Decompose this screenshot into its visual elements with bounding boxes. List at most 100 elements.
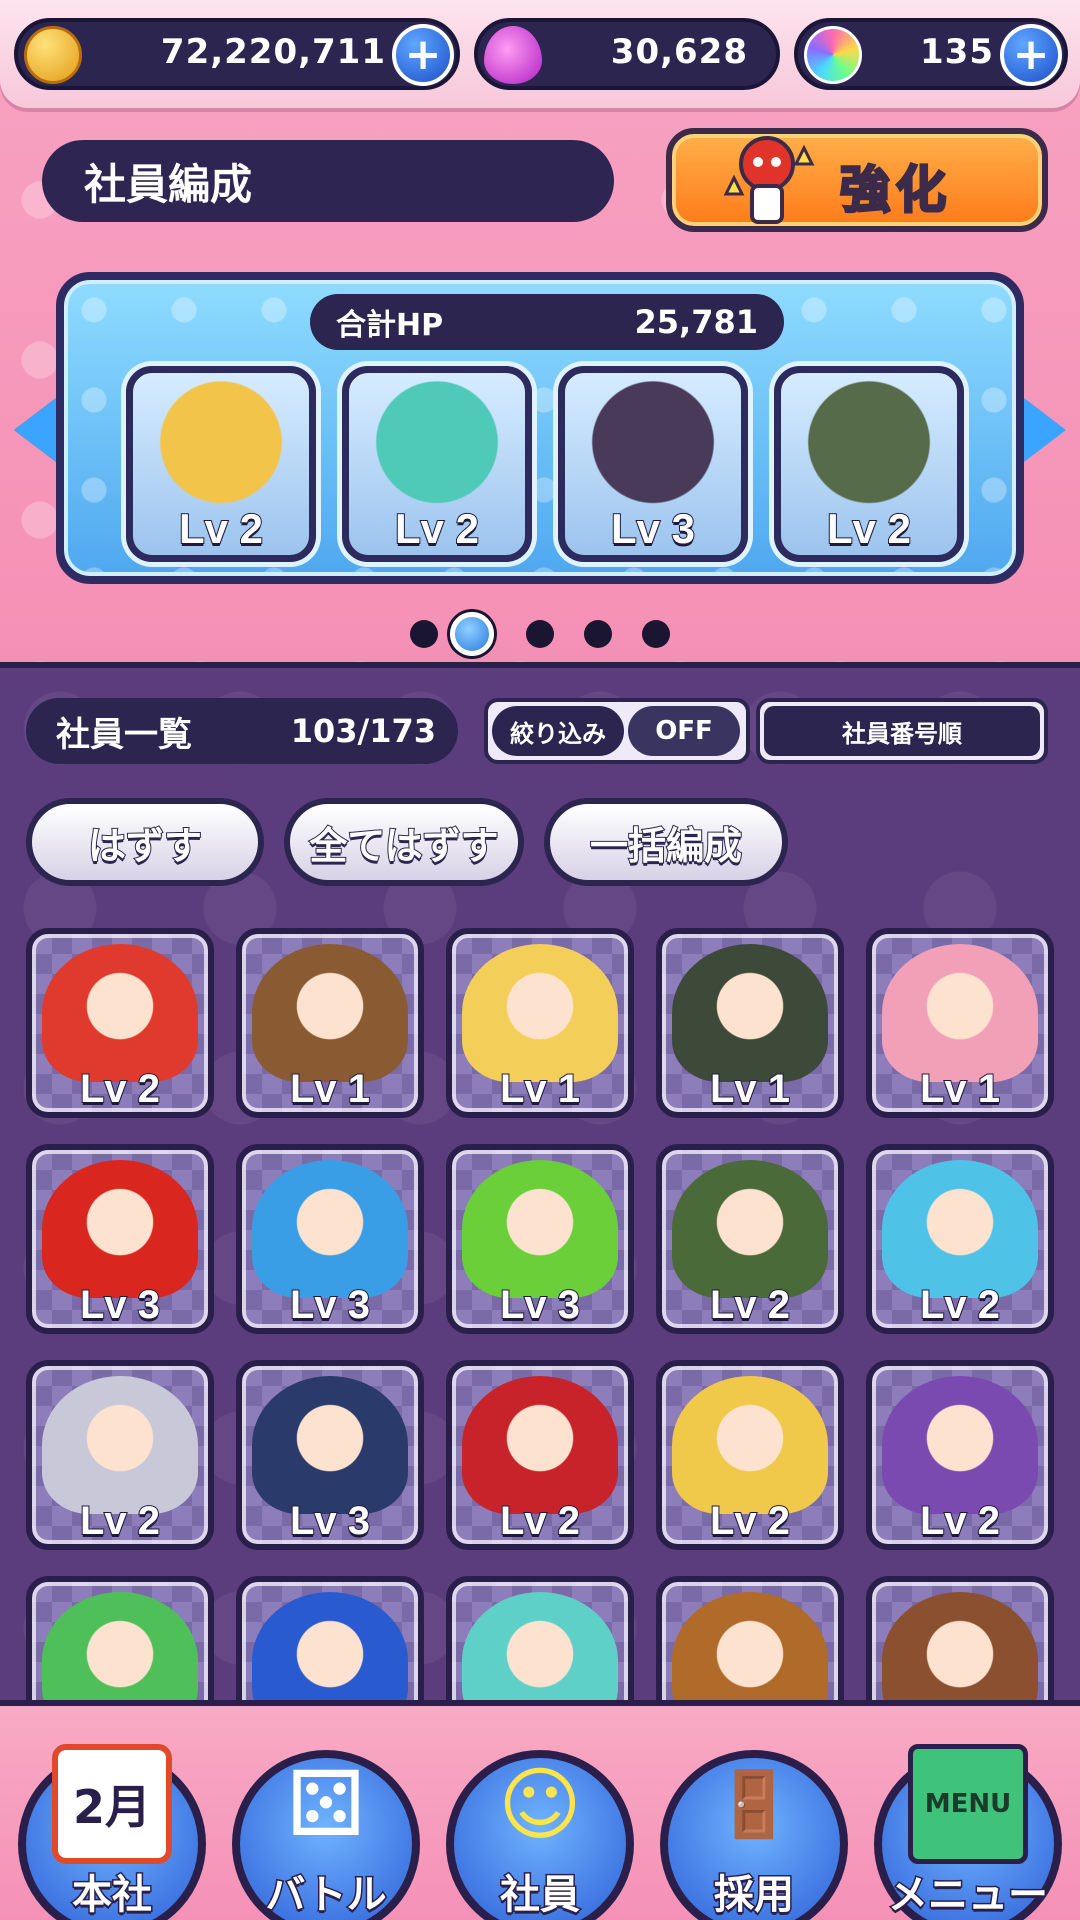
staff-portrait [42,1160,198,1298]
sort-dropdown[interactable]: 社員番号順 [756,698,1048,764]
filter-label: 絞り込み [492,706,624,756]
remove-button[interactable]: はずす [26,798,264,886]
staff-card[interactable]: Lv 2 [866,1360,1054,1550]
mascot-icon [723,136,815,224]
nav-door[interactable]: 🚪 採用 [656,1732,852,1920]
staff-card[interactable] [866,1576,1054,1702]
nav-calendar[interactable]: 2月本社 [14,1732,210,1920]
staff-card[interactable] [26,1576,214,1702]
staff-level: Lv 2 [79,1498,161,1544]
nav-label: 社員 [499,1871,582,1920]
auto-form-button[interactable]: 一括編成 [544,798,788,886]
nav-label: 本社 [71,1871,154,1920]
page-dot[interactable] [526,620,554,648]
staff-card[interactable] [656,1576,844,1702]
staff-portrait [42,944,198,1082]
staff-card[interactable]: Lv 2 [26,1360,214,1550]
staff-card[interactable]: Lv 1 [236,928,424,1118]
orb-value: 135 [920,32,994,72]
page-dot[interactable] [410,620,438,648]
door-icon: 🚪 [714,1767,794,1842]
staff-card[interactable]: Lv 3 [446,1144,634,1334]
staff-portrait [252,1376,408,1514]
sort-label: 社員番号順 [764,706,1040,756]
staff-card[interactable] [446,1576,634,1702]
currency-bar: 72,220,711 + 30,628 135 + [0,0,1080,108]
staff-portrait [462,1160,618,1298]
staff-level: Lv 2 [919,1498,1001,1544]
nav-id-card[interactable]: ☺ 社員 [442,1732,638,1920]
filter-value: OFF [628,706,740,756]
staff-card[interactable]: Lv 2 [656,1360,844,1550]
staff-card[interactable]: Lv 2 [446,1360,634,1550]
add-orb-button[interactable]: + [1000,24,1062,86]
add-gold-button[interactable]: + [392,24,454,86]
nav-label: メニュー [887,1871,1050,1920]
total-hp-label: 合計HP [336,308,444,343]
staff-level: Lv 3 [499,1282,581,1328]
staff-card[interactable]: Lv 2 [26,928,214,1118]
staff-portrait [42,1376,198,1514]
page-dot[interactable] [642,620,670,648]
staff-portrait [672,1376,828,1514]
staff-portrait [882,1592,1038,1702]
enhance-button[interactable]: 強化 [666,128,1048,232]
staff-portrait [252,944,408,1082]
staff-level: Lv 2 [919,1282,1001,1328]
team-member-level: Lv 3 [610,504,696,553]
team-member-level: Lv 2 [394,504,480,553]
staff-card[interactable]: Lv 1 [446,928,634,1118]
staff-portrait [882,1160,1038,1298]
total-hp-bar: 合計HP 25,781 [310,294,784,350]
staff-level: Lv 1 [289,1066,371,1112]
team-member-card[interactable]: Lv 3 [558,366,748,562]
orb-currency: 135 + [794,18,1068,90]
remove-all-button[interactable]: 全てはずす [284,798,524,886]
staff-portrait [462,1376,618,1514]
team-panel: 合計HP 25,781 Lv 2 Lv 2 Lv 3 Lv 2 [56,272,1024,584]
drop-value: 30,628 [610,32,748,72]
staff-list-title: 社員一覧 [56,714,192,755]
staff-card[interactable]: Lv 3 [26,1144,214,1334]
staff-portrait [252,1160,408,1298]
staff-level: Lv 1 [919,1066,1001,1112]
staff-card[interactable] [236,1576,424,1702]
staff-card[interactable]: Lv 2 [866,1144,1054,1334]
staff-portrait [882,944,1038,1082]
team-member-card[interactable]: Lv 2 [126,366,316,562]
staff-level: Lv 1 [709,1066,791,1112]
team-member-card[interactable]: Lv 2 [342,366,532,562]
rainbow-orb-icon [804,26,862,84]
staff-portrait [672,1592,828,1702]
total-hp-value: 25,781 [634,303,758,341]
staff-level: Lv 1 [499,1066,581,1112]
pink-drop-icon [484,26,542,84]
staff-card[interactable]: Lv 1 [866,928,1054,1118]
gold-currency: 72,220,711 + [14,18,460,90]
bottom-nav: 2月 本社 ⚄ バトル ☺ 社員 🚪 採用 MENU メニュー [0,1700,1080,1920]
calendar-icon: 2月 [52,1744,172,1864]
staff-level: Lv 2 [499,1498,581,1544]
team-slots: Lv 2 Lv 2 Lv 3 Lv 2 [126,366,966,566]
team-member-card[interactable]: Lv 2 [774,366,964,562]
staff-portrait [42,1592,198,1702]
page-dot-active[interactable] [450,612,494,656]
staff-card[interactable]: Lv 2 [656,1144,844,1334]
staff-card[interactable]: Lv 1 [656,928,844,1118]
staff-portrait [252,1592,408,1702]
filter-toggle[interactable]: 絞り込み OFF [484,698,750,764]
staff-level: Lv 2 [709,1282,791,1328]
page-dot[interactable] [584,620,612,648]
dice-icon: ⚄ [286,1751,366,1857]
staff-portrait [462,944,618,1082]
nav-menu-book[interactable]: MENU メニュー [870,1732,1066,1920]
staff-card[interactable]: Lv 3 [236,1144,424,1334]
gold-value: 72,220,711 [160,32,386,72]
staff-portrait [672,944,828,1082]
id-card-icon: ☺ [498,1757,582,1851]
page-title: 社員編成 [42,140,614,222]
staff-level: Lv 2 [709,1498,791,1544]
nav-dice[interactable]: ⚄ バトル [228,1732,424,1920]
staff-card[interactable]: Lv 3 [236,1360,424,1550]
team-page-indicator [410,610,670,658]
